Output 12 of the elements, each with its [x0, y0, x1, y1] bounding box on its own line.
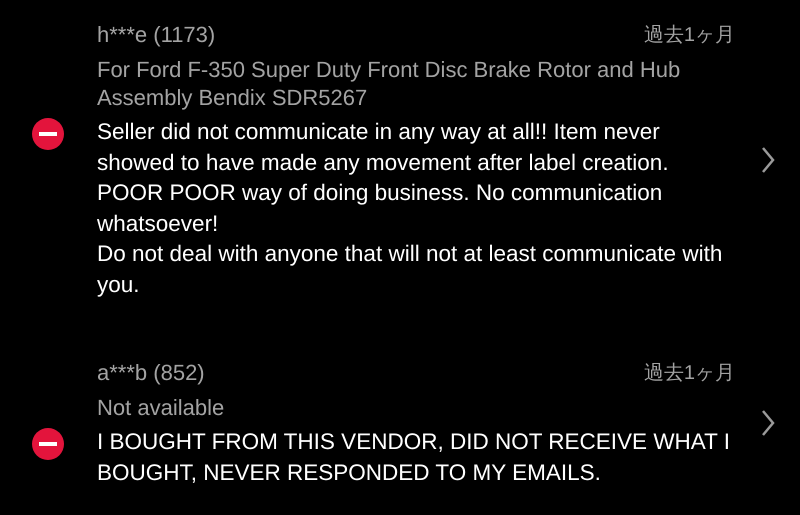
reviewer-name: h***e (1173)	[97, 21, 216, 49]
chevron-right-icon[interactable]	[761, 409, 775, 437]
minus-circle-icon	[32, 118, 64, 150]
minus-circle-icon	[32, 428, 64, 460]
item-title: Not available	[97, 394, 226, 422]
chevron-right-icon[interactable]	[761, 146, 775, 174]
review-date: 過去1ヶ月	[644, 23, 735, 48]
item-title: For Ford F-350 Super Duty Front Disc Brake Rotor and Hub Assembly Bendix SDR5267	[97, 56, 682, 112]
review-text: I BOUGHT FROM THIS VENDOR, DID NOT RECEIVE WHAT I BOUGHT, NEVER RESPONDED TO MY EMAILS.	[97, 428, 731, 486]
review-text: Seller did not communicate in any way at all!! Item never showed to have made any movement after label creation. POOR POOR way of doing business. No communication whatsoever! Do not deal with anyone that will not at least communicate with you.	[97, 118, 724, 299]
review-date: 過去1ヶ月	[644, 361, 735, 386]
reviewer-name: a***b (852)	[97, 359, 205, 387]
